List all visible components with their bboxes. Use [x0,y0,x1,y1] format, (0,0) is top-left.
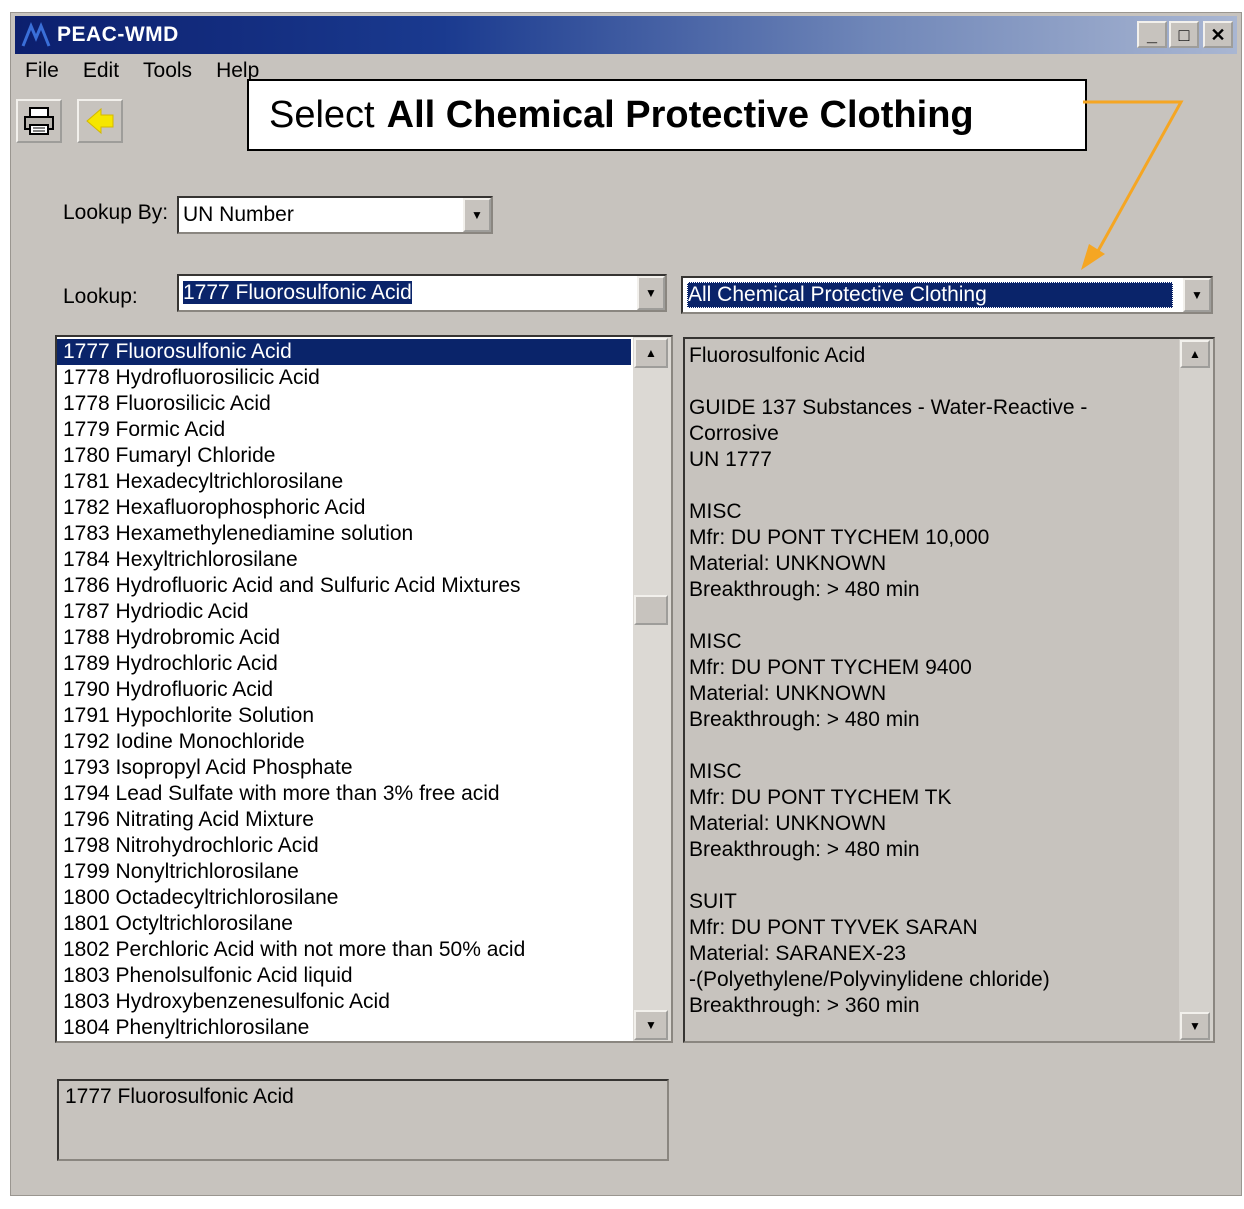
list-item[interactable]: 1788 Hydrobromic Acid [57,625,631,651]
details-line [689,733,1179,759]
list-item[interactable]: 1791 Hypochlorite Solution [57,703,631,729]
list-item[interactable]: 1792 Iodine Monochloride [57,729,631,755]
scroll-up-icon[interactable]: ▲ [1180,340,1210,368]
scrollbar-thumb[interactable] [634,595,668,625]
details-line [689,603,1179,629]
close-button[interactable]: ✕ [1203,21,1233,48]
category-dropdown[interactable]: All Chemical Protective Clothing ▼ [681,276,1213,314]
details-line: MISC [689,760,742,783]
details-line: Breakthrough: > 480 min [689,578,920,601]
details-line [689,473,1179,499]
list-item[interactable]: 1780 Fumaryl Chloride [57,443,631,469]
list-item[interactable]: 1796 Nitrating Acid Mixture [57,807,631,833]
list-item[interactable]: 1781 Hexadecyltrichlorosilane [57,469,631,495]
details-line: Material: SARANEX-23 [689,942,907,965]
lookup-label: Lookup: [63,285,138,308]
instruction-callout: Select All Chemical Protective Clothing [247,79,1087,151]
details-line: Material: UNKNOWN [689,552,887,575]
list-item[interactable]: 1793 Isopropyl Acid Phosphate [57,755,631,781]
list-item[interactable]: 1789 Hydrochloric Acid [57,651,631,677]
back-button[interactable] [77,99,123,143]
details-line: Breakthrough: > 480 min [689,708,920,731]
callout-emphasis: All Chemical Protective Clothing [386,93,974,136]
callout-arrow-icon [1081,100,1184,270]
details-line: MISC [689,630,742,653]
selected-chemical-display: 1777 Fluorosulfonic Acid [57,1079,669,1161]
details-line: GUIDE 137 Substances - Water-Reactive - [689,396,1088,419]
lookup-by-label: Lookup By: [63,201,169,224]
scroll-down-icon[interactable]: ▼ [634,1010,668,1040]
details-line: Corrosive [689,422,779,445]
list-item[interactable]: 1800 Octadecyltrichlorosilane [57,885,631,911]
title-bar[interactable]: PEAC-WMD _ □ ✕ [15,16,1237,54]
details-line: Mfr: DU PONT TYVEK SARAN [689,916,978,939]
details-line: Material: UNKNOWN [689,812,887,835]
list-item[interactable]: 1777 Fluorosulfonic Acid [57,339,631,365]
scroll-up-icon[interactable]: ▲ [634,338,668,368]
chemical-list-items: 1777 Fluorosulfonic Acid 1778 Hydrofluoro… [57,339,631,1041]
list-item[interactable]: 1803 Phenolsulfonic Acid liquid [57,963,631,989]
details-line: MISC [689,500,742,523]
lookup-input[interactable]: 1777 Fluorosulfonic Acid ▼ [177,274,667,312]
list-item[interactable]: 1802 Perchloric Acid with not more than … [57,937,631,963]
category-value: All Chemical Protective Clothing [687,282,1174,308]
back-arrow-icon [86,107,114,135]
list-item[interactable]: 1782 Hexafluorophosphoric Acid [57,495,631,521]
details-text: Fluorosulfonic Acid GUIDE 137 Substances … [689,343,1179,1019]
list-item[interactable]: 1779 Formic Acid [57,417,631,443]
lookup-by-dropdown[interactable]: UN Number ▼ [177,196,493,234]
details-line: Material: UNKNOWN [689,682,887,705]
chevron-down-icon[interactable]: ▼ [637,276,665,310]
chemical-list[interactable]: 1777 Fluorosulfonic Acid 1778 Hydrofluoro… [55,335,673,1043]
details-line: UN 1777 [689,448,772,471]
protective-clothing-details: Fluorosulfonic Acid GUIDE 137 Substances … [683,337,1215,1043]
window-title: PEAC-WMD [57,23,179,46]
list-item[interactable]: 1798 Nitrohydrochloric Acid [57,833,631,859]
menu-bar: File Edit Tools Help [25,59,283,87]
details-line: SUIT [689,890,737,913]
print-button[interactable] [16,99,62,143]
lookup-value: 1777 Fluorosulfonic Acid [183,281,412,304]
list-item[interactable]: 1799 Nonyltrichlorosilane [57,859,631,885]
details-line: Fluorosulfonic Acid [689,344,866,367]
scroll-down-icon[interactable]: ▼ [1180,1012,1210,1040]
details-line: Breakthrough: > 360 min [689,994,920,1017]
details-line [689,369,1179,395]
details-line: Mfr: DU PONT TYCHEM TK [689,786,952,809]
list-item[interactable]: 1790 Hydrofluoric Acid [57,677,631,703]
details-line: Breakthrough: > 480 min [689,838,920,861]
details-line [689,863,1179,889]
minimize-button[interactable]: _ [1137,21,1167,48]
application-window: PEAC-WMD _ □ ✕ File Edit Tools Help Look… [10,12,1242,1196]
details-line: Mfr: DU PONT TYCHEM 9400 [689,656,972,679]
list-item[interactable]: 1804 Phenyltrichlorosilane [57,1015,631,1041]
menu-file[interactable]: File [25,59,59,87]
chevron-down-icon[interactable]: ▼ [463,198,491,232]
list-item[interactable]: 1783 Hexamethylenediamine solution [57,521,631,547]
chevron-down-icon[interactable]: ▼ [1183,278,1211,312]
printer-icon [24,107,54,135]
list-item[interactable]: 1778 Hydrofluorosilicic Acid [57,365,631,391]
menu-tools[interactable]: Tools [143,59,192,87]
list-item[interactable]: 1801 Octyltrichlorosilane [57,911,631,937]
list-item[interactable]: 1794 Lead Sulfate with more than 3% free… [57,781,631,807]
list-item[interactable]: 1778 Fluorosilicic Acid [57,391,631,417]
callout-prefix: Select [269,93,375,136]
chemical-list-scrollbar[interactable]: ▲ ▼ [633,337,671,1041]
lookup-by-value: UN Number [183,203,294,226]
menu-edit[interactable]: Edit [83,59,119,87]
app-logo-icon [21,22,51,47]
list-item[interactable]: 1784 Hexyltrichlorosilane [57,547,631,573]
details-line: Mfr: DU PONT TYCHEM 10,000 [689,526,990,549]
details-line: -(Polyethylene/Polyvinylidene chloride) [689,968,1050,991]
maximize-button[interactable]: □ [1169,21,1199,48]
list-item[interactable]: 1786 Hydrofluoric Acid and Sulfuric Acid… [57,573,631,599]
details-scrollbar[interactable]: ▲ ▼ [1179,339,1213,1041]
list-item[interactable]: 1803 Hydroxybenzenesulfonic Acid [57,989,631,1015]
list-item[interactable]: 1787 Hydriodic Acid [57,599,631,625]
